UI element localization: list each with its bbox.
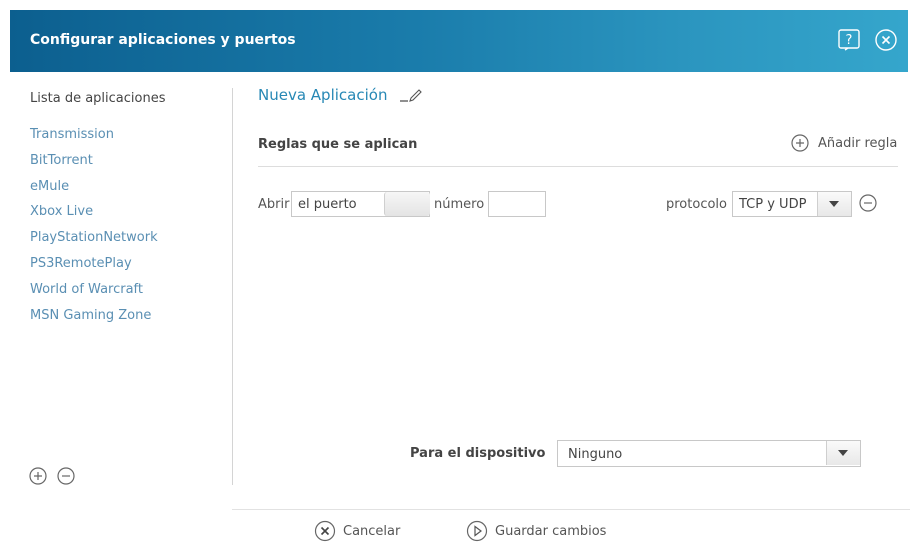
protocol-select[interactable]: TCP y UDP [732,191,852,217]
app-list-item[interactable]: World of Warcraft [30,282,158,308]
sidebar-title: Lista de aplicaciones [30,91,166,106]
port-type-toggle[interactable]: el puerto [291,191,430,217]
app-list-item[interactable]: PS3RemotePlay [30,256,158,282]
numero-label: número [434,197,485,212]
dialog-header: Configurar aplicaciones y puertos ? [10,10,908,72]
app-list: Transmission BitTorrent eMule Xbox Live … [30,127,158,333]
app-list-item[interactable]: BitTorrent [30,153,158,179]
app-list-item[interactable]: eMule [30,179,158,205]
rules-divider [258,166,898,167]
port-number-input[interactable] [488,191,546,217]
add-application-icon[interactable] [28,466,48,486]
close-icon[interactable] [874,28,898,52]
device-label: Para el dispositivo [410,446,546,461]
add-rule-button[interactable]: Añadir regla [790,133,897,153]
app-list-item[interactable]: Transmission [30,127,158,153]
abrir-label: Abrir [258,197,290,212]
remove-rule-icon[interactable] [858,193,878,213]
rules-title: Reglas que se aplican [258,137,418,152]
app-list-item[interactable]: Xbox Live [30,204,158,230]
cancel-icon [314,520,336,542]
chevron-down-icon [829,201,839,207]
port-type-value: el puerto [298,197,357,212]
save-button[interactable]: Guardar cambios [466,520,606,542]
plus-circle-icon [791,134,809,152]
save-label: Guardar cambios [495,523,607,539]
add-rule-label: Añadir regla [818,135,898,151]
app-list-item[interactable]: PlayStationNetwork [30,230,158,256]
protocol-dropdown-button[interactable] [817,192,851,216]
cancel-button[interactable]: Cancelar [314,520,400,542]
pencil-icon[interactable] [399,87,423,103]
app-name-row: Nueva Aplicación [258,86,423,104]
app-name-title: Nueva Aplicación [258,86,388,104]
protocol-value: TCP y UDP [739,197,807,212]
svg-text:?: ? [846,33,853,48]
device-select[interactable]: Ninguno [557,440,861,467]
help-icon[interactable]: ? [837,28,861,52]
protocolo-label: protocolo [666,197,727,212]
remove-application-icon[interactable] [56,466,76,486]
port-type-switch[interactable] [384,192,430,216]
app-list-item[interactable]: MSN Gaming Zone [30,308,158,334]
device-value: Ninguno [568,447,623,462]
chevron-down-icon [838,450,848,456]
cancel-label: Cancelar [343,523,401,539]
device-dropdown-button[interactable] [826,441,860,465]
rule-row: Abrir el puerto número protocolo TCP y U… [258,191,898,217]
footer-divider [232,509,910,510]
vertical-divider [232,88,233,485]
play-icon [466,520,488,542]
dialog-title: Configurar aplicaciones y puertos [30,32,296,48]
app-list-sidebar: Lista de aplicaciones Transmission BitTo… [10,72,232,492]
